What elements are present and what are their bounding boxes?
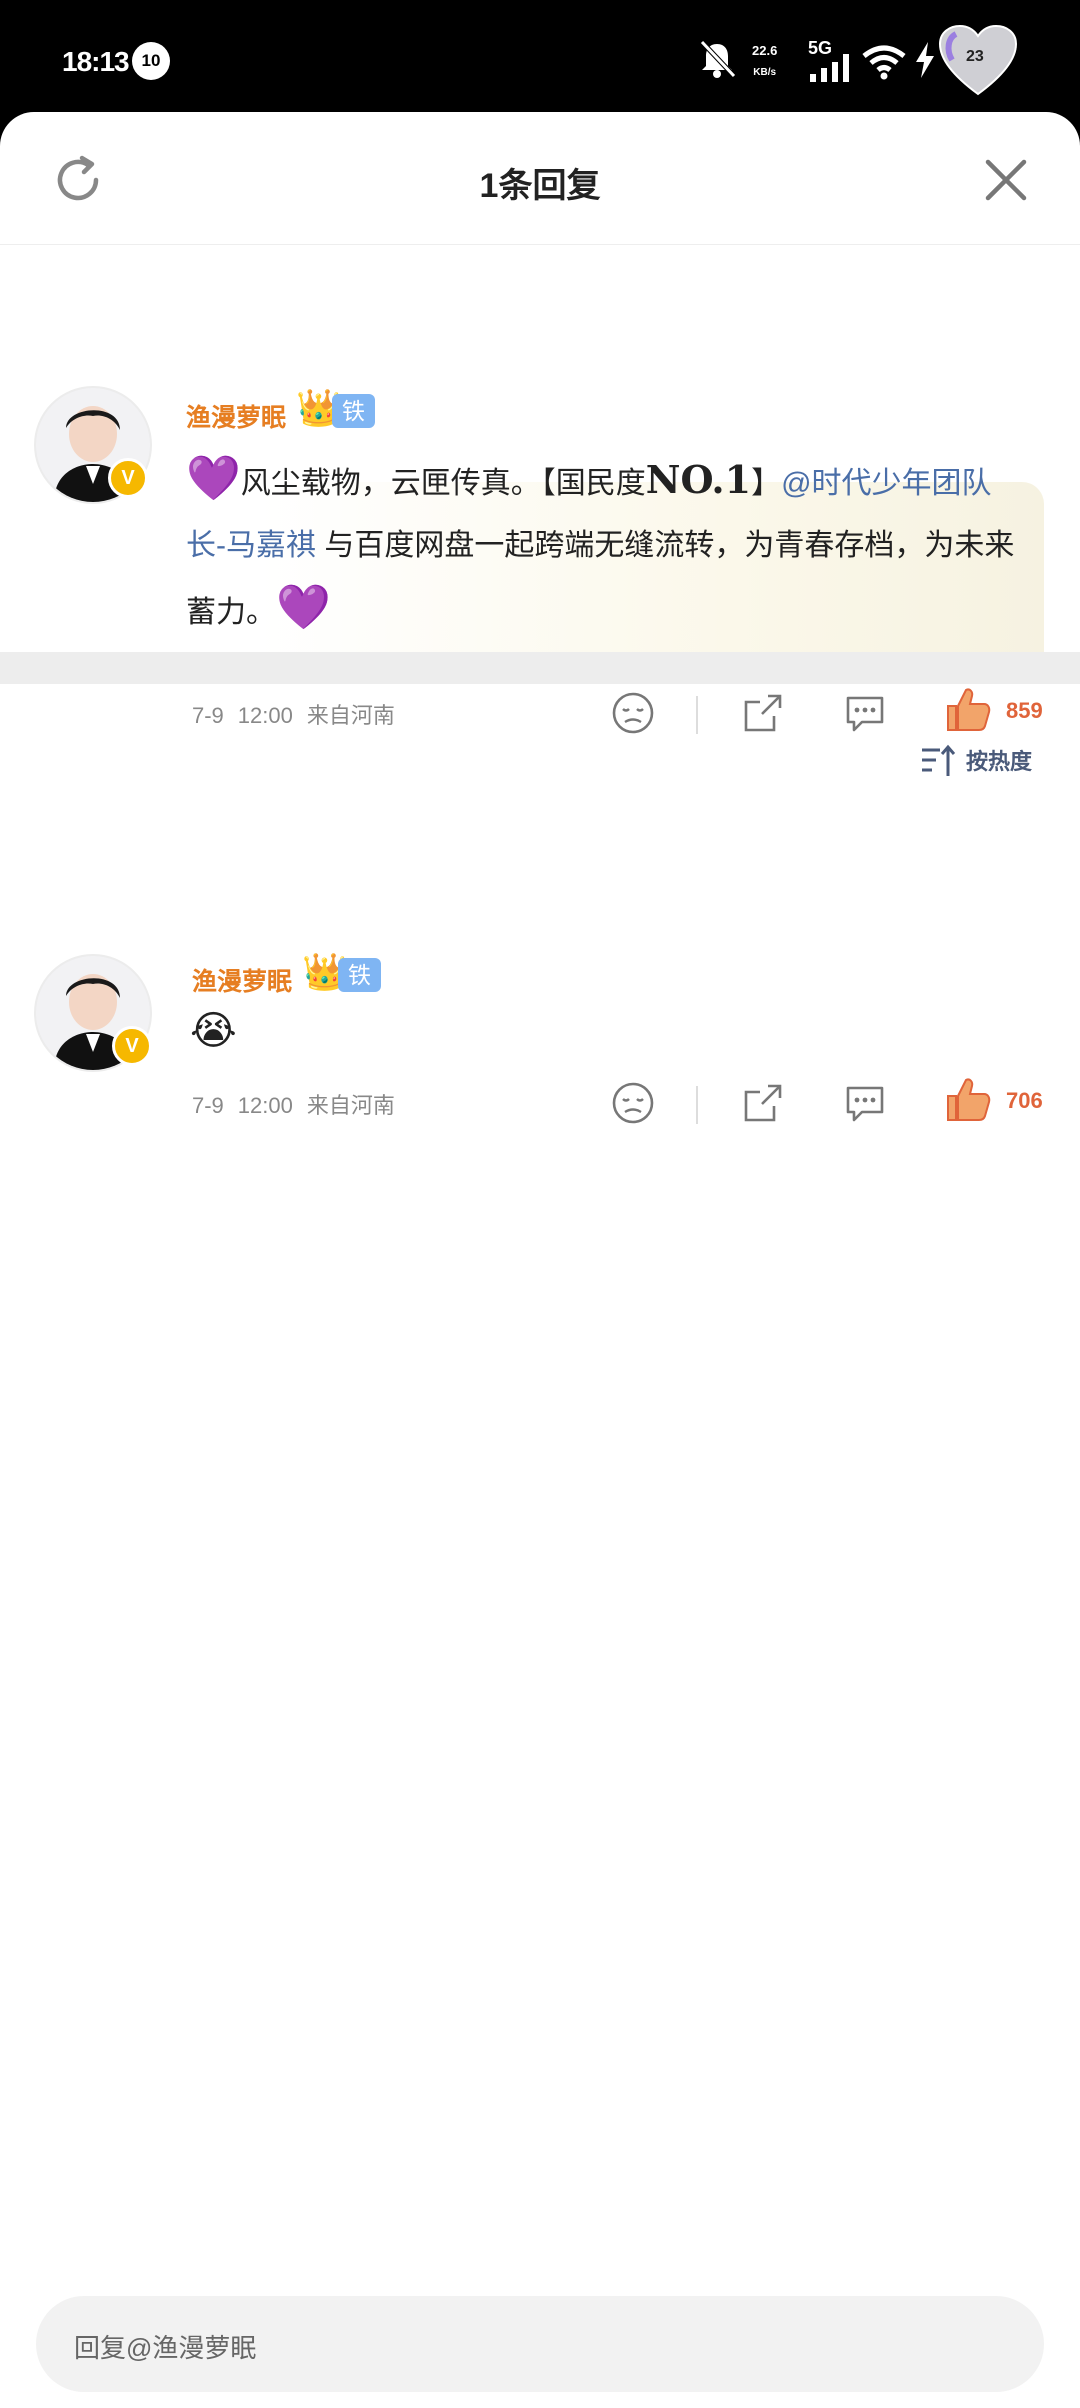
replies-sheet: 1条回复 V 渔漫萝眠 👑 铁粉1 💜风尘载物，云匣传真。【国民度NO.1】@时… [0, 112, 1080, 2408]
comment-time: 12:00 [237, 703, 293, 728]
reply-placeholder: 回复@渔漫萝眠 [74, 2333, 257, 2363]
signal-icon [810, 54, 849, 82]
comment-icon[interactable] [842, 1080, 888, 1126]
main-comment: V 渔漫萝眠 👑 铁粉1 💜风尘载物，云匣传真。【国民度NO.1】@时代少年团队… [0, 272, 1080, 734]
comment-time: 12:00 [237, 1093, 293, 1118]
dislike-icon[interactable] [610, 690, 656, 736]
comment-date: 7-9 [192, 703, 224, 728]
crying-emoji: 😭 [190, 1009, 237, 1053]
sheet-header: 1条回复 [0, 112, 1080, 245]
like-count: 859 [1006, 698, 1043, 723]
share-icon[interactable] [740, 1080, 786, 1126]
comment-meta: 7-9 12:00 来自河南 [192, 1088, 409, 1120]
username[interactable]: 渔漫萝眠 [192, 962, 292, 998]
comment-meta: 7-9 12:00 来自河南 [192, 698, 409, 730]
like-count: 706 [1006, 1088, 1043, 1113]
reply-comment: V 渔漫萝眠 👑 铁粉1 😭 7-9 12:00 来自河南 706 [0, 832, 1080, 1124]
like-icon[interactable] [944, 1074, 992, 1124]
share-icon[interactable] [740, 690, 786, 736]
comment-date: 7-9 [192, 1093, 224, 1118]
like-icon[interactable] [944, 684, 992, 734]
charging-icon [916, 42, 934, 78]
battery-level: 23 [966, 48, 984, 65]
close-icon[interactable] [978, 152, 1034, 208]
divider [696, 1086, 698, 1124]
comment-location: 来自河南 [306, 1093, 395, 1118]
sort-icon [922, 744, 956, 776]
verified-icon: V [112, 1026, 152, 1066]
verified-icon: V [108, 458, 148, 498]
reply-input[interactable]: 回复@渔漫萝眠 [36, 2296, 1044, 2392]
net-speed: 22.6 KB/s [752, 43, 778, 78]
status-time: 18:13 [62, 46, 130, 77]
wifi-icon [862, 45, 906, 80]
dislike-icon[interactable] [610, 1080, 656, 1126]
sort-by-heat-button[interactable]: 按热度 [920, 740, 1050, 780]
comment-location: 来自河南 [306, 703, 395, 728]
section-separator [0, 652, 1080, 684]
mute-bell-icon [700, 40, 736, 78]
username[interactable]: 渔漫萝眠 [186, 398, 286, 434]
status-bar: 18:13 10 22.6 KB/s 5G 23 [0, 0, 1080, 120]
comment-text: 💜风尘载物，云匣传真。【国民度NO.1】@时代少年团队长-马嘉祺 与百度网盘一起… [186, 454, 1015, 632]
sheet-title: 1条回复 [479, 167, 601, 205]
notification-badge: 10 [132, 42, 170, 80]
divider [696, 696, 698, 734]
comment-icon[interactable] [842, 690, 888, 736]
